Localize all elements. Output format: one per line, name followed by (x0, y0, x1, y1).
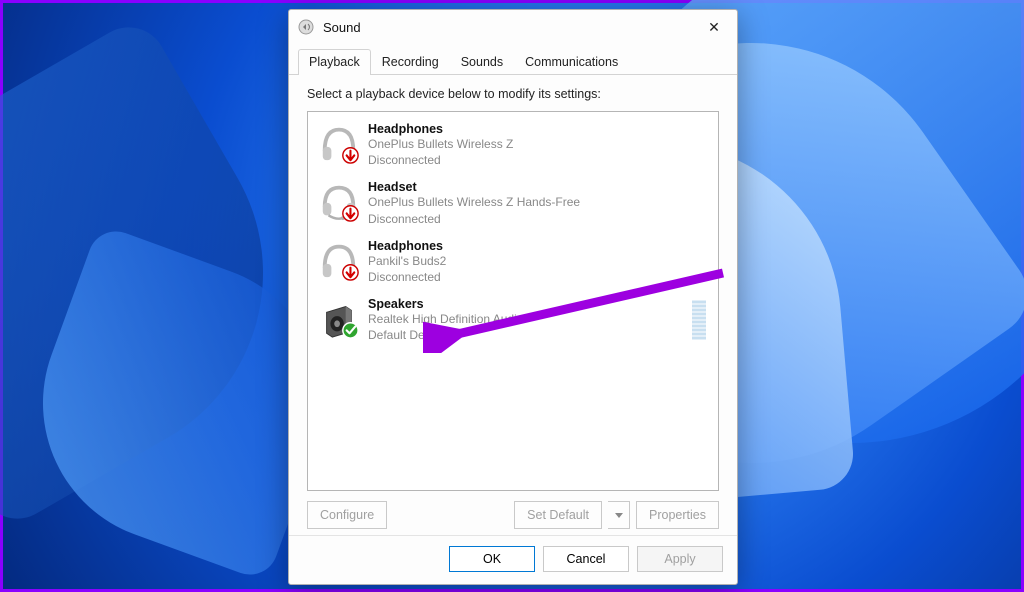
close-icon: ✕ (708, 19, 720, 36)
device-name: Headphones (368, 239, 446, 253)
device-status: Disconnected (368, 269, 446, 285)
set-default-button[interactable]: Set Default (514, 501, 602, 529)
dialog-title: Sound (323, 20, 699, 35)
headphones-icon (318, 239, 360, 281)
cancel-button[interactable]: Cancel (543, 546, 629, 572)
device-desc: Realtek High Definition Audio (368, 311, 523, 327)
device-desc: Pankil's Buds2 (368, 253, 446, 269)
chevron-down-icon (615, 513, 623, 518)
properties-button[interactable]: Properties (636, 501, 719, 529)
tab-body: Select a playback device below to modify… (289, 75, 737, 535)
sound-title-icon (297, 18, 315, 36)
tab-playback[interactable]: Playback (298, 49, 371, 75)
device-status: Default Device (368, 327, 523, 343)
titlebar[interactable]: Sound ✕ (289, 10, 737, 44)
action-row: Configure Set Default Properties (307, 501, 719, 529)
device-name: Headset (368, 180, 580, 194)
device-desc: OnePlus Bullets Wireless Z Hands-Free (368, 194, 580, 210)
tab-row: PlaybackRecordingSoundsCommunications (289, 48, 737, 75)
configure-button[interactable]: Configure (307, 501, 387, 529)
device-item[interactable]: HeadsetOnePlus Bullets Wireless Z Hands-… (312, 174, 714, 232)
headphones-icon (318, 122, 360, 164)
device-status: Disconnected (368, 152, 513, 168)
apply-button[interactable]: Apply (637, 546, 723, 572)
speaker-icon (318, 297, 360, 339)
headset-icon (318, 180, 360, 222)
instruction-text: Select a playback device below to modify… (307, 87, 719, 101)
device-item[interactable]: HeadphonesOnePlus Bullets Wireless ZDisc… (312, 116, 714, 174)
device-desc: OnePlus Bullets Wireless Z (368, 136, 513, 152)
volume-level-icon (692, 301, 706, 340)
close-button[interactable]: ✕ (699, 12, 729, 42)
set-default-dropdown[interactable] (608, 501, 630, 529)
device-list[interactable]: HeadphonesOnePlus Bullets Wireless ZDisc… (307, 111, 719, 491)
ok-button[interactable]: OK (449, 546, 535, 572)
desktop-background: Sound ✕ PlaybackRecordingSoundsCommunica… (0, 0, 1024, 592)
device-status: Disconnected (368, 211, 580, 227)
device-item[interactable]: SpeakersRealtek High Definition AudioDef… (312, 291, 714, 349)
device-name: Headphones (368, 122, 513, 136)
dialog-button-row: OK Cancel Apply (289, 535, 737, 584)
device-item[interactable]: HeadphonesPankil's Buds2Disconnected (312, 233, 714, 291)
tab-recording[interactable]: Recording (371, 49, 450, 75)
sound-dialog: Sound ✕ PlaybackRecordingSoundsCommunica… (288, 9, 738, 585)
tab-communications[interactable]: Communications (514, 49, 629, 75)
device-name: Speakers (368, 297, 523, 311)
tab-sounds[interactable]: Sounds (450, 49, 514, 75)
